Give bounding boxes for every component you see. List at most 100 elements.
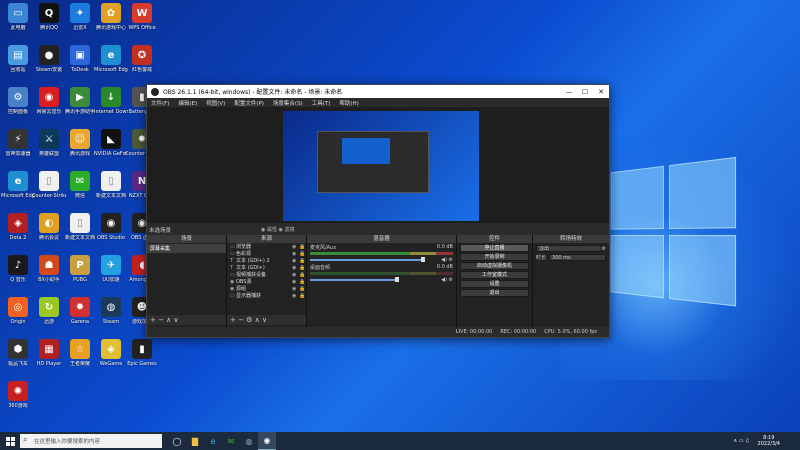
scene-item[interactable]: 屏幕采集 <box>147 244 226 253</box>
desktop-icon[interactable]: ◍ Steam <box>94 297 128 325</box>
taskbar-search-box[interactable]: ⌕ 在这里输入你要搜索的内容 <box>20 434 162 448</box>
studio-mode-button[interactable]: 工作室模式 <box>460 271 529 279</box>
menu-file[interactable]: 文件(F) <box>151 99 169 107</box>
steam-icon[interactable]: ◍ <box>240 432 258 450</box>
speaker-icon[interactable]: ◀) ⚙ <box>441 257 453 263</box>
desktop-icon[interactable]: ↓ Internet Downloader <box>94 87 128 115</box>
desktop-icon[interactable]: ▤ 回收站 <box>1 45 35 73</box>
close-button[interactable]: ✕ <box>593 88 609 96</box>
stop-streaming-button[interactable]: 停止直播 <box>460 244 529 252</box>
desktop-icon[interactable]: ✹ Garena <box>63 297 97 325</box>
preview-canvas[interactable] <box>283 111 479 221</box>
desktop-icon[interactable]: ◉ OBS Studio <box>94 213 128 241</box>
desktop-icon[interactable]: ⚡ 雷神加速器 <box>1 129 35 157</box>
desktop-icon[interactable]: ✉ 微信 <box>63 171 97 199</box>
desktop-icon[interactable]: ✿ 腾讯游戏中心 <box>94 3 128 31</box>
visibility-eye-icon[interactable]: ◉ <box>292 286 299 292</box>
menu-help[interactable]: 帮助(H) <box>339 99 358 107</box>
minimize-button[interactable]: — <box>561 88 577 96</box>
desktop-icon[interactable]: ◉ 网易云音乐 <box>32 87 66 115</box>
source-item[interactable]: ▭ 视频捕获设备 ◉ 🔒 <box>227 271 306 279</box>
start-recording-button[interactable]: 开始录制 <box>460 253 529 261</box>
desktop-icon[interactable]: ▯ Counter-Strike Global <box>32 171 66 199</box>
source-item[interactable]: T 文本 (GDI+) ◉ 🔒 <box>227 264 306 272</box>
lock-icon[interactable]: 🔒 <box>299 244 306 250</box>
desktop-icon[interactable]: ♪ Q 音乐 <box>1 255 35 283</box>
obs-taskbar-icon[interactable]: ◉ <box>258 432 276 450</box>
desktop-icon[interactable]: ▭ 此电脑 <box>1 3 35 31</box>
desktop-icon[interactable]: ▮ Epic Games <box>125 339 159 367</box>
source-item[interactable]: ▭ 浏览器 ◉ 🔒 <box>227 243 306 251</box>
menu-edit[interactable]: 编辑(E) <box>178 99 197 107</box>
visibility-eye-icon[interactable]: ◉ <box>292 293 299 299</box>
scenes-dock-buttons[interactable]: + − ∧ ∨ <box>147 315 226 325</box>
desktop-icon[interactable]: e Microsoft Edge <box>1 171 35 199</box>
source-item[interactable]: ◉ OBS源 ◉ 🔒 <box>227 278 306 286</box>
lock-icon[interactable]: 🔒 <box>299 258 306 264</box>
visibility-eye-icon[interactable]: ◉ <box>292 258 299 264</box>
preview-area[interactable] <box>147 107 609 223</box>
desktop-icon[interactable]: ☆ 王者荣耀 <box>63 339 97 367</box>
duration-input[interactable]: 300 ms <box>549 254 606 261</box>
desktop-icon[interactable]: ✪ 红色警戒 <box>125 45 159 73</box>
lock-icon[interactable]: 🔒 <box>299 265 306 271</box>
desktop-icon[interactable]: W WPS Office <box>125 3 159 31</box>
taskbar-clock[interactable]: 8:19 2022/3/4 <box>758 435 780 447</box>
desktop-icon[interactable]: ◈ Dota 2 <box>1 213 35 241</box>
lock-icon[interactable]: 🔒 <box>299 272 306 278</box>
wechat-icon[interactable]: ✉ <box>222 432 240 450</box>
desktop-icon[interactable]: ⚔ 英雄联盟 <box>32 129 66 157</box>
desktop-icon[interactable]: ✦ 迅雷X <box>63 3 97 31</box>
desktop-icon[interactable]: ▯ 新建文本文档 <box>63 213 97 241</box>
lock-icon[interactable]: 🔒 <box>299 293 306 299</box>
desktop-icon[interactable]: e Microsoft Edge <box>94 45 128 73</box>
desktop-icon[interactable]: ↻ 迅游 <box>32 297 66 325</box>
properties-filters-buttons[interactable]: ◉ 属性 ◉ 滤镜 <box>261 226 295 233</box>
exit-button[interactable]: 退出 <box>460 289 529 297</box>
visibility-eye-icon[interactable]: ◉ <box>292 272 299 278</box>
desktop-icon[interactable]: Q 腾讯QQ <box>32 3 66 31</box>
file-explorer-icon[interactable]: ▇ <box>186 432 204 450</box>
desktop-icon[interactable]: ▣ ToDesk <box>63 45 97 73</box>
maximize-button[interactable]: ☐ <box>577 88 593 96</box>
desktop-icon[interactable]: ✈ UU加速 <box>94 255 128 283</box>
source-item[interactable]: ▭ 显示器捕获 ◉ 🔒 <box>227 292 306 300</box>
volume-slider[interactable]: ◀) ⚙ <box>310 277 453 283</box>
desktop-icon[interactable]: ◣ NVIDIA GeForce <box>94 129 128 157</box>
desktop-icon[interactable]: ▦ HD Player <box>32 339 66 367</box>
desktop-icon[interactable]: ⚙ 控制面板 <box>1 87 35 115</box>
desktop-icon[interactable]: ▯ 新建文本文档 <box>94 171 128 199</box>
tray-chevron-icon[interactable]: ∧ ▭ ♫ <box>733 438 749 444</box>
desktop-icon[interactable]: ⬢ 极品飞车 <box>1 339 35 367</box>
lock-icon[interactable]: 🔒 <box>299 286 306 292</box>
obs-titlebar[interactable]: OBS 26.1.1 (64-bit, windows) - 配置文件: 未命名… <box>147 85 609 98</box>
transition-select[interactable]: 淡出 <box>536 245 602 252</box>
visibility-eye-icon[interactable]: ◉ <box>292 251 299 257</box>
volume-slider[interactable]: ◀) ⚙ <box>310 257 453 263</box>
visibility-eye-icon[interactable]: ◉ <box>292 244 299 250</box>
settings-button[interactable]: 设置 <box>460 280 529 288</box>
source-item[interactable]: T 文本 (GDI+) 2 ◉ 🔒 <box>227 257 306 265</box>
desktop-icon[interactable]: ☺ 腾讯游戏 <box>63 129 97 157</box>
desktop-icon[interactable]: ◈ WeGame <box>94 339 128 367</box>
transition-gear-icon[interactable]: ⚙ <box>602 246 606 252</box>
desktop-icon[interactable]: ✺ 360游戏 <box>1 381 35 409</box>
visibility-eye-icon[interactable]: ◉ <box>292 265 299 271</box>
sources-dock-buttons[interactable]: + − ⚙ ∧ ∨ <box>227 315 306 325</box>
source-item[interactable]: ▭ 色彩源 ◉ 🔒 <box>227 250 306 258</box>
menu-tools[interactable]: 工具(T) <box>312 99 331 107</box>
speaker-icon[interactable]: ◀) ⚙ <box>441 277 453 283</box>
start-virtual-camera-button[interactable]: 启动虚拟摄像机 <box>460 262 529 270</box>
source-item[interactable]: ◉ 源组 ◉ 🔒 <box>227 285 306 293</box>
desktop-icon[interactable]: ▶ 腾讯手游助手 <box>63 87 97 115</box>
desktop-icon[interactable]: P PUBG <box>63 255 97 283</box>
visibility-eye-icon[interactable]: ◉ <box>292 279 299 285</box>
desktop-icon[interactable]: ◐ 腾讯会议 <box>32 213 66 241</box>
desktop-icon[interactable]: ● Steam安装 <box>32 45 66 73</box>
lock-icon[interactable]: 🔒 <box>299 279 306 285</box>
menu-scene-collection[interactable]: 场景集合(S) <box>273 99 303 107</box>
start-button[interactable] <box>0 432 20 450</box>
menu-profile[interactable]: 配置文件(P) <box>234 99 264 107</box>
desktop-icon[interactable]: ☗ BX小助手 <box>32 255 66 283</box>
edge-icon[interactable]: e <box>204 432 222 450</box>
